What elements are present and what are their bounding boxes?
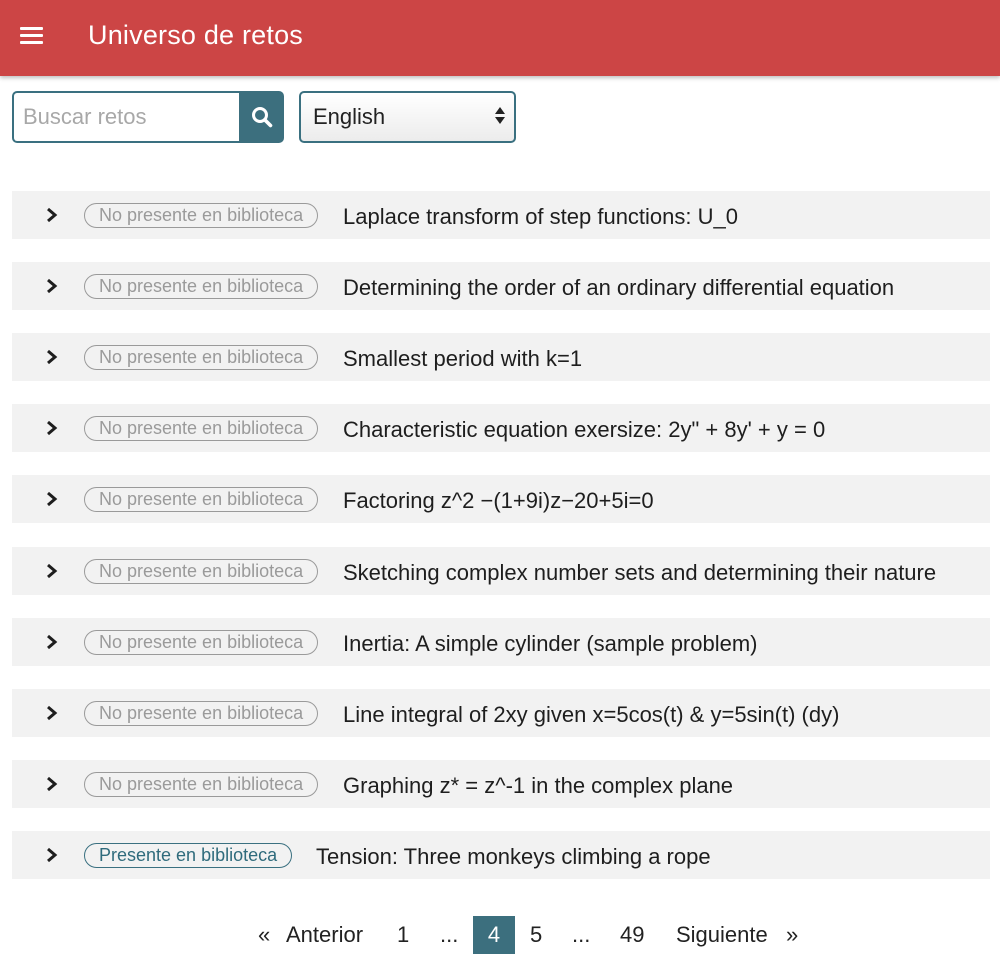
app-title: Universo de retos <box>88 20 303 50</box>
search-bar <box>12 91 284 143</box>
library-status-badge: No presente en biblioteca <box>84 772 319 797</box>
pagination-page-5[interactable]: 5 <box>530 916 542 954</box>
library-status-badge: No presente en biblioteca <box>84 345 319 370</box>
challenge-title[interactable]: Factoring z^2 −(1+9i)z−20+5i=0 <box>343 488 654 514</box>
chevron-right-icon[interactable] <box>44 489 60 509</box>
library-status-badge: No presente en biblioteca <box>84 203 319 228</box>
challenge-title[interactable]: Sketching complex number sets and determ… <box>343 560 936 586</box>
challenge-row[interactable]: No presente en biblioteca Characteristic … <box>12 404 990 452</box>
pagination-prev-button[interactable]: Anterior <box>286 916 363 954</box>
library-status-badge: No presente en biblioteca <box>84 274 319 299</box>
challenge-row[interactable]: No presente en biblioteca Graphing z* = z… <box>12 760 990 808</box>
challenge-row[interactable]: No presente en biblioteca Line integral o… <box>12 689 990 737</box>
hamburger-menu-icon[interactable] <box>20 27 43 47</box>
challenge-row[interactable]: No presente en biblioteca Laplace transfo… <box>12 191 990 239</box>
chevron-right-icon[interactable] <box>44 845 60 865</box>
challenge-title[interactable]: Determining the order of an ordinary dif… <box>343 275 894 301</box>
pagination-page-49[interactable]: 49 <box>620 916 644 954</box>
challenge-row[interactable]: No presente en biblioteca Determining the… <box>12 262 990 310</box>
app-bar: Universo de retos <box>0 0 1000 76</box>
library-status-badge: No presente en biblioteca <box>84 701 319 726</box>
challenge-row[interactable]: No presente en biblioteca Inertia: A simp… <box>12 618 990 666</box>
challenge-row[interactable]: Presente en biblioteca Tension: Three mon… <box>12 831 990 879</box>
challenge-row[interactable]: No presente en biblioteca Factoring z^2 −… <box>12 475 990 523</box>
challenge-row[interactable]: No presente en biblioteca Smallest period… <box>12 333 990 381</box>
chevron-right-icon[interactable] <box>44 632 60 652</box>
chevron-right-icon[interactable] <box>44 347 60 367</box>
pagination: « Anterior 1... 4 5... 49 Siguiente » <box>0 916 1000 954</box>
pagination-first-arrow[interactable]: « <box>258 916 270 954</box>
pagination-last-arrow[interactable]: » <box>786 916 798 954</box>
challenge-title[interactable]: Tension: Three monkeys climbing a rope <box>316 844 711 870</box>
library-status-badge: No presente en biblioteca <box>84 416 319 441</box>
search-input[interactable] <box>12 91 239 143</box>
library-status-badge: No presente en biblioteca <box>84 559 319 584</box>
challenge-title[interactable]: Laplace transform of step functions: U_0 <box>343 204 738 230</box>
challenge-title[interactable]: Line integral of 2xy given x=5cos(t) & y… <box>343 702 839 728</box>
chevron-right-icon[interactable] <box>44 703 60 723</box>
challenge-title[interactable]: Graphing z* = z^-1 in the complex plane <box>343 773 733 799</box>
language-select[interactable]: English <box>299 91 516 143</box>
library-status-badge: Presente en biblioteca <box>84 843 293 868</box>
pagination-current-page[interactable]: 4 <box>473 916 515 954</box>
pagination-ellipsis: ... <box>440 922 459 947</box>
challenge-title[interactable]: Characteristic equation exersize: 2y" + … <box>343 417 825 443</box>
search-icon <box>251 107 272 128</box>
language-select-value: English <box>313 104 386 129</box>
pagination-page-1[interactable]: 1 <box>397 916 409 954</box>
challenge-title[interactable]: Inertia: A simple cylinder (sample probl… <box>343 631 758 657</box>
chevron-right-icon[interactable] <box>44 276 60 296</box>
library-status-badge: No presente en biblioteca <box>84 630 319 655</box>
chevron-right-icon[interactable] <box>44 561 60 581</box>
chevron-right-icon[interactable] <box>44 774 60 794</box>
pagination-next-button[interactable]: Siguiente <box>676 916 768 954</box>
pagination-ellipsis: ... <box>572 922 591 947</box>
challenge-row[interactable]: No presente en biblioteca Sketching compl… <box>12 547 990 595</box>
chevron-right-icon[interactable] <box>44 205 60 225</box>
challenge-title[interactable]: Smallest period with k=1 <box>343 346 582 372</box>
library-status-badge: No presente en biblioteca <box>84 487 319 512</box>
select-arrows-icon <box>495 107 505 124</box>
search-button[interactable] <box>239 91 284 143</box>
chevron-right-icon[interactable] <box>44 418 60 438</box>
